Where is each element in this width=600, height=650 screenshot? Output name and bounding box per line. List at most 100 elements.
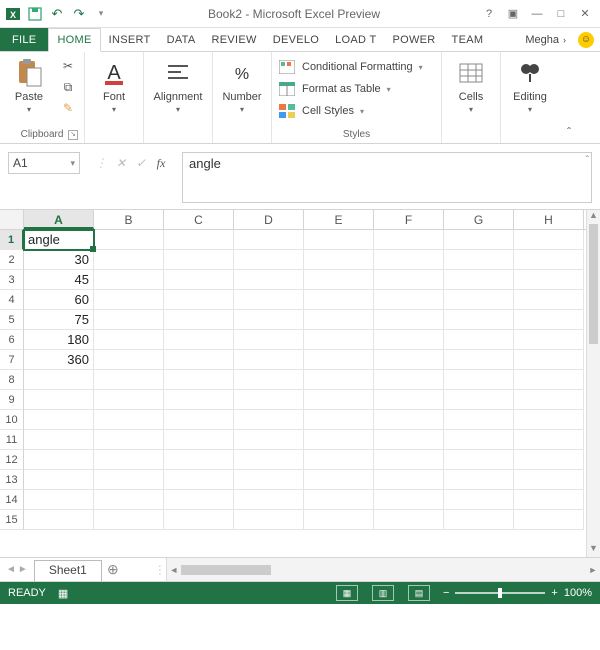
name-box[interactable]: A1 ▾ — [8, 152, 80, 174]
cell[interactable] — [234, 310, 304, 330]
tab-team[interactable]: TEAM — [444, 28, 492, 51]
cell[interactable] — [374, 450, 444, 470]
cell[interactable] — [304, 350, 374, 370]
help-button[interactable]: ? — [478, 4, 500, 24]
feedback-button[interactable]: ☺ — [572, 28, 600, 51]
undo-icon[interactable]: ↶ — [48, 5, 66, 23]
cell[interactable] — [444, 450, 514, 470]
cell[interactable] — [234, 490, 304, 510]
cell[interactable] — [304, 250, 374, 270]
row-header[interactable]: 4 — [0, 290, 24, 310]
cell[interactable] — [234, 370, 304, 390]
row-header[interactable]: 7 — [0, 350, 24, 370]
cell[interactable] — [444, 510, 514, 530]
cell[interactable]: 45 — [24, 270, 94, 290]
row-header[interactable]: 1 — [0, 230, 24, 250]
cell[interactable] — [444, 370, 514, 390]
editing-button[interactable]: Editing ▾ — [507, 55, 553, 114]
dialog-launcher-icon[interactable]: ↘ — [68, 130, 78, 140]
chevron-down-icon[interactable]: ▾ — [70, 158, 75, 169]
column-header[interactable]: C — [164, 210, 234, 229]
cell[interactable] — [514, 490, 584, 510]
cell[interactable] — [24, 410, 94, 430]
tab-review[interactable]: REVIEW — [204, 28, 265, 51]
cell[interactable] — [374, 290, 444, 310]
cell[interactable] — [374, 230, 444, 250]
cells-button[interactable]: Cells ▾ — [448, 55, 494, 114]
alignment-button[interactable]: Alignment ▾ — [150, 55, 206, 114]
cell[interactable] — [164, 230, 234, 250]
cell[interactable] — [514, 370, 584, 390]
cell[interactable] — [514, 270, 584, 290]
save-icon[interactable] — [26, 5, 44, 23]
cell[interactable] — [444, 430, 514, 450]
cell[interactable] — [234, 330, 304, 350]
cell[interactable] — [94, 490, 164, 510]
add-sheet-button[interactable]: ⊕ — [102, 558, 124, 581]
ribbon-display-button[interactable]: ▣ — [502, 4, 524, 24]
cell[interactable] — [374, 330, 444, 350]
cell[interactable] — [94, 510, 164, 530]
cell[interactable]: angle — [24, 230, 94, 250]
cell[interactable] — [374, 470, 444, 490]
cell[interactable] — [164, 470, 234, 490]
cell[interactable] — [444, 250, 514, 270]
cell[interactable] — [234, 250, 304, 270]
row-header[interactable]: 13 — [0, 470, 24, 490]
page-break-view-button[interactable]: ▤ — [408, 585, 430, 601]
cell[interactable] — [514, 390, 584, 410]
page-layout-view-button[interactable]: ▥ — [372, 585, 394, 601]
cell[interactable] — [374, 270, 444, 290]
tab-file[interactable]: FILE — [0, 28, 48, 51]
macro-record-icon[interactable]: ▦ — [58, 587, 68, 600]
sheet-nav[interactable]: ◄ ► — [0, 558, 34, 581]
cell[interactable] — [164, 330, 234, 350]
cell[interactable] — [24, 490, 94, 510]
cell[interactable] — [444, 410, 514, 430]
cell[interactable] — [304, 470, 374, 490]
tab-developer[interactable]: DEVELO — [265, 28, 327, 51]
conditional-formatting-button[interactable]: Conditional Formatting ▾ — [278, 57, 435, 77]
cell[interactable] — [374, 510, 444, 530]
cell[interactable] — [514, 430, 584, 450]
cell[interactable] — [164, 350, 234, 370]
normal-view-button[interactable]: ▦ — [336, 585, 358, 601]
row-header[interactable]: 9 — [0, 390, 24, 410]
cell[interactable] — [374, 490, 444, 510]
cut-button[interactable]: ✂ — [58, 57, 78, 75]
cell[interactable] — [94, 250, 164, 270]
copy-button[interactable]: ⧉ — [58, 78, 78, 96]
scroll-down-icon[interactable]: ▼ — [587, 543, 600, 557]
cell[interactable] — [234, 510, 304, 530]
cell[interactable] — [234, 230, 304, 250]
sheet-next-icon[interactable]: ► — [18, 564, 28, 575]
cell[interactable] — [24, 430, 94, 450]
cell[interactable] — [444, 270, 514, 290]
cell[interactable] — [304, 510, 374, 530]
tab-data[interactable]: DATA — [159, 28, 204, 51]
cell[interactable] — [234, 450, 304, 470]
cell[interactable] — [234, 430, 304, 450]
tab-loadtest[interactable]: LOAD T — [327, 28, 384, 51]
cell[interactable] — [444, 490, 514, 510]
cell[interactable] — [304, 430, 374, 450]
row-header[interactable]: 12 — [0, 450, 24, 470]
cell[interactable] — [444, 290, 514, 310]
enter-formula-button[interactable]: ✓ — [132, 156, 150, 170]
minimize-button[interactable]: — — [526, 4, 548, 24]
cell[interactable] — [164, 390, 234, 410]
scroll-thumb[interactable] — [181, 565, 271, 575]
cell[interactable] — [374, 390, 444, 410]
cell[interactable] — [304, 410, 374, 430]
format-painter-button[interactable]: ✎ — [58, 99, 78, 117]
cell[interactable] — [304, 390, 374, 410]
column-header[interactable]: A — [24, 210, 94, 229]
zoom-in-button[interactable]: + — [551, 587, 557, 599]
cell[interactable] — [94, 450, 164, 470]
row-header[interactable]: 2 — [0, 250, 24, 270]
cell[interactable] — [304, 290, 374, 310]
close-button[interactable]: ✕ — [574, 4, 596, 24]
format-as-table-button[interactable]: Format as Table ▾ — [278, 79, 435, 99]
zoom-slider[interactable] — [455, 592, 545, 594]
cell[interactable] — [234, 350, 304, 370]
